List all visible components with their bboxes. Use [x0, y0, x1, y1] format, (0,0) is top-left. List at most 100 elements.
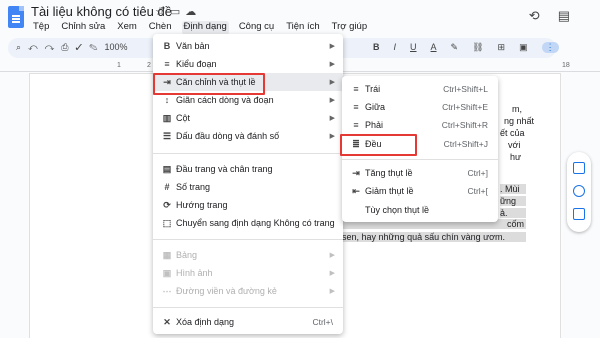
format-item-pageless[interactable]: ⬚ Chuyển sang định dạng Không có trang — [153, 214, 343, 232]
menu-extensions[interactable]: Tiện ích — [284, 21, 321, 35]
body-text-line: sen, hay những quả sấu chín vàng ươm. — [342, 232, 526, 242]
body-text-line: với — [508, 140, 521, 150]
body-text-line: ững — [500, 196, 526, 206]
insert-image-icon[interactable]: ▣ — [519, 42, 528, 53]
ruler-mark: 2 — [147, 62, 151, 69]
format-item-text[interactable]: B Văn bản ▶ — [153, 37, 343, 55]
format-item-orientation[interactable]: ⟳ Hướng trang — [153, 196, 343, 214]
format-item-columns[interactable]: ▥ Cột ▶ — [153, 109, 343, 127]
format-item-table: ▦ Bảng ▶ — [162, 249, 335, 261]
menu-edit[interactable]: Chỉnh sửa — [59, 21, 107, 35]
header-footer-icon: ▤ — [162, 163, 172, 174]
add-comment-icon[interactable]: ⊞ — [498, 42, 506, 53]
menu-divider — [342, 159, 498, 160]
submenu-arrow-icon: ▶ — [329, 97, 335, 104]
highlight-box-justify — [340, 134, 417, 156]
body-text-line: ng nhất — [504, 116, 535, 126]
body-text-line: ả. — [500, 208, 526, 218]
print-icon[interactable]: ⎙ — [61, 42, 75, 52]
paint-format-icon[interactable]: ✎ — [89, 42, 104, 52]
toolbar-right: B I U A ✎ ⛓ ⊞ ▣ ⋮ — [373, 42, 559, 53]
format-item-paragraph-style[interactable]: ≡ Kiểu đoạn ▶ — [153, 55, 343, 73]
format-item-header-footer[interactable]: ▤ Đầu trang và chân trang — [153, 160, 343, 178]
align-left-item[interactable]: ≡ Trái Ctrl+Shift+L — [342, 80, 498, 98]
suggest-edits-icon[interactable] — [573, 208, 585, 220]
format-item-clear-format[interactable]: ✕ Xóa định dạng Ctrl+\ — [153, 313, 343, 331]
title-actions: ☆▭☁ — [155, 5, 201, 18]
submenu-arrow-icon: ▶ — [329, 43, 335, 50]
body-text-line: hư — [510, 152, 522, 162]
menu-view[interactable]: Xem — [115, 21, 139, 35]
submenu-arrow-icon: ▶ — [329, 288, 335, 295]
bold-button[interactable]: B — [373, 42, 380, 53]
align-center-item[interactable]: ≡ Giữa Ctrl+Shift+E — [342, 98, 498, 116]
docs-logo-icon[interactable] — [8, 6, 24, 28]
undo-icon[interactable]: ↶ — [28, 42, 45, 52]
submenu-arrow-icon: ▶ — [329, 61, 335, 68]
format-item-image: ▣ Hình ảnh ▶ — [162, 267, 335, 279]
bold-icon: B — [163, 41, 171, 51]
increase-indent-icon: ⇥ — [352, 167, 360, 178]
submenu-arrow-icon: ▶ — [329, 79, 335, 86]
increase-indent-item[interactable]: ⇥ Tăng thụt lề Ctrl+] — [342, 164, 498, 182]
menu-insert[interactable]: Chèn — [147, 21, 174, 35]
pageless-icon: ⬚ — [162, 217, 172, 228]
highlight-box-align-indent — [153, 73, 265, 95]
side-action-panel — [567, 152, 591, 232]
search-menus-icon[interactable]: ⌕ — [16, 42, 28, 52]
menu-tools[interactable]: Công cụ — [237, 21, 276, 35]
align-right-item[interactable]: ≡ Phải Ctrl+Shift+R — [342, 116, 498, 134]
document-title[interactable]: Tài liệu không có tiêu đề — [31, 4, 172, 19]
body-text-line: . Mùi — [500, 184, 526, 194]
submenu-arrow-icon: ▶ — [329, 270, 335, 277]
text-color-button[interactable]: A — [431, 42, 437, 53]
line-spacing-icon: ↕ — [164, 95, 170, 105]
menu-file[interactable]: Tệp — [31, 21, 51, 35]
submenu-arrow-icon: ▶ — [329, 115, 335, 122]
add-comment-side-icon[interactable] — [573, 162, 585, 174]
clear-format-icon: ✕ — [163, 316, 171, 327]
paragraph-style-icon: ≡ — [164, 59, 170, 69]
italic-button[interactable]: I — [394, 42, 397, 53]
star-icon[interactable]: ☆ — [155, 6, 170, 18]
menu-divider — [153, 239, 343, 240]
more-options-icon[interactable]: ⋮ — [541, 42, 559, 53]
menu-divider — [153, 153, 343, 154]
align-right-icon: ≡ — [353, 120, 359, 130]
underline-button[interactable]: U — [410, 42, 417, 53]
ruler-mark: 18 — [562, 62, 570, 69]
columns-icon: ▥ — [162, 112, 172, 123]
menu-help[interactable]: Trợ giúp — [330, 21, 369, 35]
format-item-page-number[interactable]: # Số trang — [153, 178, 343, 196]
align-center-icon: ≡ — [353, 102, 359, 112]
history-icon[interactable]: ⟲ — [529, 8, 540, 24]
borders-icon: ⋯ — [162, 285, 172, 296]
menu-divider — [153, 307, 343, 308]
top-right-actions: ⟲ ▤ — [529, 8, 570, 24]
submenu-arrow-icon: ▶ — [329, 252, 335, 259]
image-icon: ▣ — [162, 267, 172, 278]
indent-options-item[interactable]: Tùy chọn thụt lề — [342, 201, 498, 219]
zoom-select[interactable]: 100% — [105, 42, 128, 52]
menu-bar: Tệp Chỉnh sửa Xem Chèn Định dạng Công cụ… — [31, 21, 369, 35]
emoji-reaction-icon[interactable] — [573, 185, 585, 197]
redo-icon[interactable]: ↷ — [45, 42, 62, 52]
spellcheck-icon[interactable]: ✓ — [76, 42, 90, 52]
body-text-line: ết của — [500, 128, 525, 138]
submenu-arrow-icon: ▶ — [329, 133, 335, 140]
align-left-icon: ≡ — [353, 84, 359, 94]
table-icon: ▦ — [162, 249, 172, 260]
orientation-icon: ⟳ — [163, 199, 171, 210]
decrease-indent-icon: ⇤ — [352, 185, 360, 196]
decrease-indent-item[interactable]: ⇤ Giảm thụt lề Ctrl+[ — [342, 182, 498, 200]
page-number-icon: # — [164, 182, 170, 192]
toolbar-left: ⌕↶↷⎙✓✎100% — [16, 42, 128, 53]
comments-icon[interactable]: ▤ — [558, 8, 570, 24]
link-icon[interactable]: ⛓ — [472, 42, 483, 53]
format-item-bullets[interactable]: ☰ Dấu đầu dòng và đánh số ▶ — [153, 127, 343, 145]
menu-format[interactable]: Định dạng — [181, 21, 229, 35]
move-folder-icon[interactable]: ▭ — [170, 6, 185, 18]
cloud-status-icon[interactable]: ☁ — [185, 6, 201, 18]
highlight-icon[interactable]: ✎ — [451, 42, 459, 53]
bullets-icon: ☰ — [162, 130, 172, 141]
